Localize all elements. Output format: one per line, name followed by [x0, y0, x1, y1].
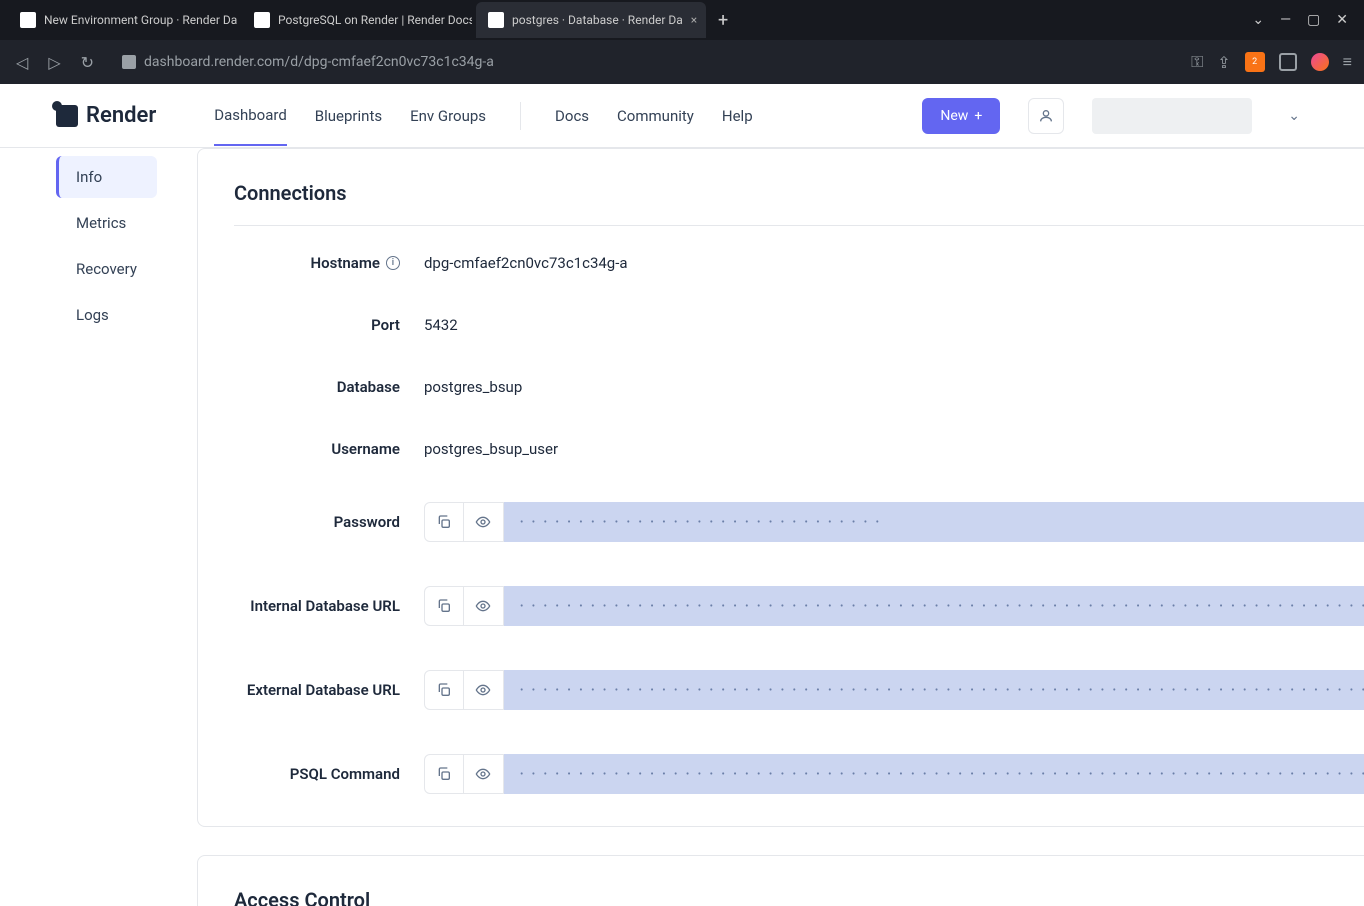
close-window-icon[interactable]: ✕: [1336, 12, 1348, 28]
chevron-down-icon[interactable]: ⌄: [1252, 12, 1264, 28]
logo-icon: [56, 105, 78, 127]
value-port: 5432: [424, 316, 458, 334]
tab-title: New Environment Group · Render Da: [44, 13, 237, 27]
row-database: Database postgres_bsup: [234, 378, 1364, 396]
reveal-button[interactable]: [464, 502, 504, 542]
url-text: dashboard.render.com/d/dpg-cmfaef2cn0vc7…: [144, 54, 494, 70]
copy-button[interactable]: [424, 586, 464, 626]
sidebar-item-metrics[interactable]: Metrics: [56, 202, 157, 244]
card-title: Access Control: [234, 888, 1364, 906]
extensions-icon[interactable]: [1279, 53, 1297, 71]
addrbar-actions: ⚿ ⇪ 2 ≡: [1191, 52, 1352, 72]
panel: Connections Hostnamei dpg-cmfaef2cn0vc73…: [197, 148, 1364, 906]
window-controls: ⌄ — ▢ ✕: [1252, 12, 1356, 28]
secret-password: • • • • • • • • • • • • • • • • • • • • …: [424, 502, 1364, 542]
card-title: Connections: [234, 181, 1364, 226]
label-database: Database: [234, 378, 424, 396]
site-info-icon[interactable]: [122, 55, 136, 69]
user-icon[interactable]: [1028, 98, 1064, 134]
back-button[interactable]: ◁: [12, 49, 32, 76]
row-username: Username postgres_bsup_user: [234, 440, 1364, 458]
shield-badge: 2: [1252, 57, 1257, 67]
nav-divider: [520, 102, 521, 130]
row-psql: PSQL Command • • • • • • • • • • • • • •…: [234, 754, 1364, 794]
row-external-url: External Database URL • • • • • • • • • …: [234, 670, 1364, 710]
row-hostname: Hostnamei dpg-cmfaef2cn0vc73c1c34g-a: [234, 254, 1364, 272]
value-hostname: dpg-cmfaef2cn0vc73c1c34g-a: [424, 254, 628, 272]
nav-envgroups[interactable]: Env Groups: [410, 87, 486, 145]
row-internal-url: Internal Database URL • • • • • • • • • …: [234, 586, 1364, 626]
label-username: Username: [234, 440, 424, 458]
nav-docs[interactable]: Docs: [555, 87, 589, 145]
nav-blueprints[interactable]: Blueprints: [315, 87, 382, 145]
forward-button[interactable]: ▷: [44, 49, 64, 76]
browser-tab-active[interactable]: postgres · Database · Render Da ×: [476, 2, 706, 38]
close-icon[interactable]: ×: [691, 13, 697, 27]
browser-tab[interactable]: New Environment Group · Render Da: [8, 2, 238, 38]
masked-value: • • • • • • • • • • • • • • • • • • • • …: [504, 670, 1364, 710]
new-tab-button[interactable]: +: [710, 6, 736, 35]
copy-button[interactable]: [424, 502, 464, 542]
nav-dashboard[interactable]: Dashboard: [214, 86, 287, 146]
label-hostname: Hostnamei: [234, 254, 424, 272]
copy-button[interactable]: [424, 754, 464, 794]
value-username: postgres_bsup_user: [424, 440, 558, 458]
top-nav: Render Dashboard Blueprints Env Groups D…: [0, 84, 1364, 148]
sidebar-item-info[interactable]: Info: [56, 156, 157, 198]
secret-psql: • • • • • • • • • • • • • • • • • • • • …: [424, 754, 1364, 794]
reveal-button[interactable]: [464, 586, 504, 626]
sidebar-item-logs[interactable]: Logs: [56, 294, 157, 336]
profile-avatar[interactable]: [1311, 53, 1329, 71]
favicon-icon: [254, 12, 270, 28]
nav-community[interactable]: Community: [617, 87, 694, 145]
secret-internal-url: • • • • • • • • • • • • • • • • • • • • …: [424, 586, 1364, 626]
label-internal-url: Internal Database URL: [234, 597, 424, 615]
reveal-button[interactable]: [464, 754, 504, 794]
browser-tab[interactable]: PostgreSQL on Render | Render Docs: [242, 2, 472, 38]
workspace-selector[interactable]: [1092, 98, 1252, 134]
browser-titlebar: New Environment Group · Render Da Postgr…: [0, 0, 1364, 40]
main-layout: Info Metrics Recovery Logs Connections H…: [0, 148, 1364, 906]
reveal-button[interactable]: [464, 670, 504, 710]
key-icon[interactable]: ⚿: [1191, 52, 1203, 72]
label-password: Password: [234, 513, 424, 531]
nav-help[interactable]: Help: [722, 87, 753, 145]
masked-value: • • • • • • • • • • • • • • • • • • • • …: [504, 754, 1364, 794]
reload-button[interactable]: ↻: [77, 49, 98, 76]
new-button[interactable]: New +: [922, 98, 1000, 134]
plus-icon: +: [974, 108, 982, 124]
render-logo[interactable]: Render: [56, 103, 156, 128]
maximize-icon[interactable]: ▢: [1307, 12, 1320, 28]
url-input[interactable]: dashboard.render.com/d/dpg-cmfaef2cn0vc7…: [110, 54, 1179, 70]
address-bar: ◁ ▷ ↻ dashboard.render.com/d/dpg-cmfaef2…: [0, 40, 1364, 84]
favicon-icon: [20, 12, 36, 28]
favicon-icon: [488, 12, 504, 28]
tab-title: postgres · Database · Render Da: [512, 13, 683, 27]
masked-value: • • • • • • • • • • • • • • • • • • • • …: [504, 586, 1364, 626]
masked-value: • • • • • • • • • • • • • • • • • • • • …: [504, 502, 1364, 542]
connections-card: Connections Hostnamei dpg-cmfaef2cn0vc73…: [197, 148, 1364, 827]
minimize-icon[interactable]: —: [1280, 12, 1291, 28]
chevron-down-icon[interactable]: ⌄: [1280, 108, 1308, 124]
label-port: Port: [234, 316, 424, 334]
brave-shield-icon[interactable]: 2: [1245, 52, 1265, 72]
row-password: Password • • • • • • • • • • • • • • • •…: [234, 502, 1364, 542]
copy-button[interactable]: [424, 670, 464, 710]
label-psql: PSQL Command: [234, 765, 424, 783]
tab-title: PostgreSQL on Render | Render Docs: [278, 13, 472, 27]
page-content: Render Dashboard Blueprints Env Groups D…: [0, 84, 1364, 906]
sidebar: Info Metrics Recovery Logs: [56, 148, 157, 906]
sidebar-item-recovery[interactable]: Recovery: [56, 248, 157, 290]
menu-icon[interactable]: ≡: [1343, 52, 1352, 72]
label-external-url: External Database URL: [234, 681, 424, 699]
share-icon[interactable]: ⇪: [1217, 53, 1230, 72]
new-button-label: New: [940, 108, 968, 124]
info-icon[interactable]: i: [386, 256, 400, 270]
value-database: postgres_bsup: [424, 378, 522, 396]
row-port: Port 5432: [234, 316, 1364, 334]
secret-external-url: • • • • • • • • • • • • • • • • • • • • …: [424, 670, 1364, 710]
logo-text: Render: [86, 103, 156, 128]
access-control-card: Access Control: [197, 855, 1364, 906]
